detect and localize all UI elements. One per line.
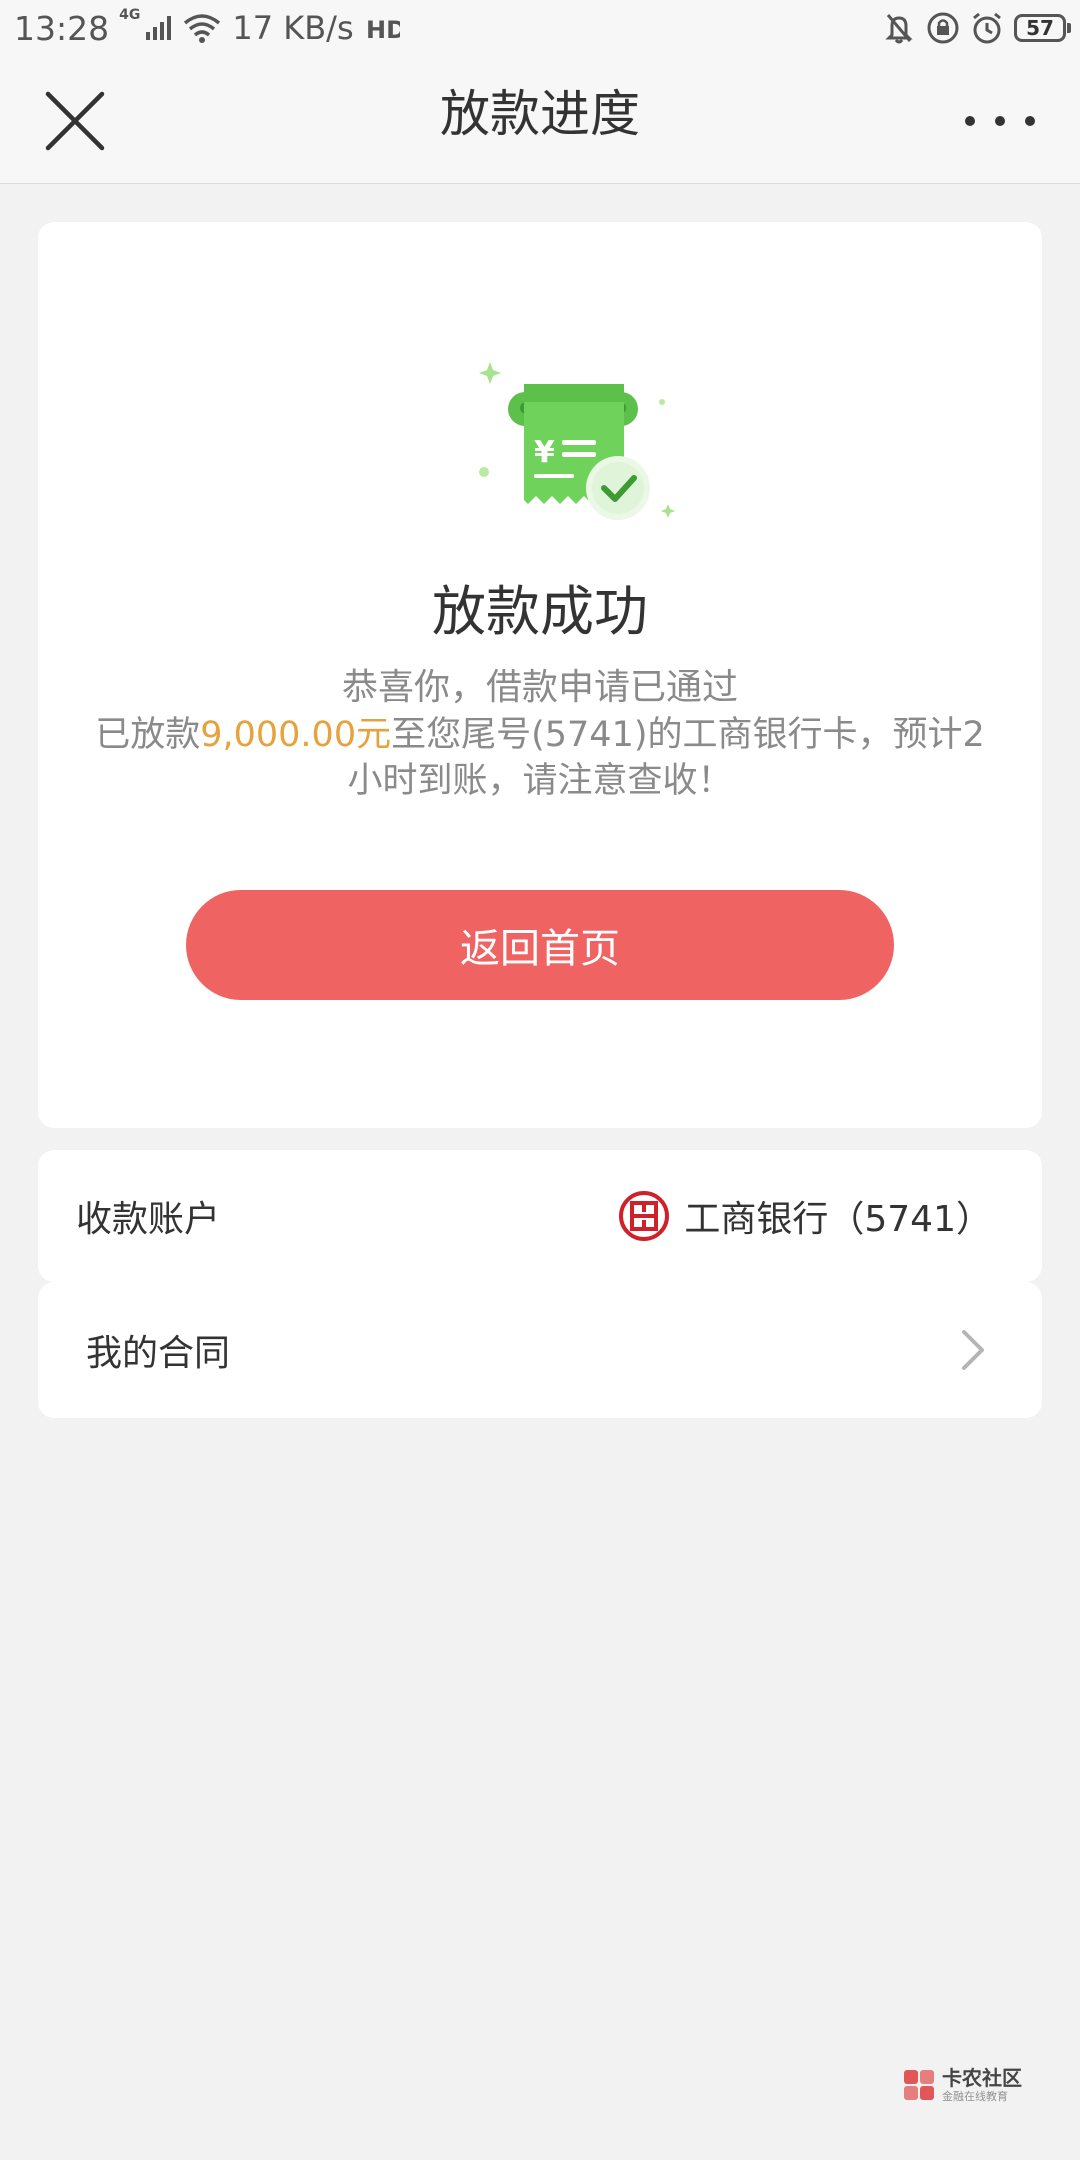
icbc-logo-icon (619, 1191, 670, 1241)
status-time: 13:28 (14, 8, 110, 48)
status-left: 13:28 4G 17 KB/s HD (14, 6, 400, 50)
detail-suffix: 至您尾号(5741)的工商银行卡，预计2小时到账，请注意查收！ (347, 715, 985, 801)
battery-indicator: 57 (1014, 14, 1071, 42)
receiving-bank-name: 工商银行（5741） (684, 1199, 992, 1240)
page-title: 放款进度 (440, 85, 640, 143)
more-horizontal-icon[interactable] (960, 96, 1040, 146)
battery-level: 57 (1026, 16, 1054, 40)
signal-icon (146, 16, 172, 40)
receiving-account-label: 收款账户 (76, 1199, 221, 1240)
status-bar: 13:28 4G 17 KB/s HD 57 (0, 0, 1080, 56)
watermark-text: 卡农社区 金融在线教育 (942, 2068, 1022, 2102)
return-home-button[interactable]: 返回首页 (186, 890, 894, 1000)
success-title: 放款成功 (432, 580, 648, 643)
svg-text:HD: HD (366, 16, 400, 44)
receiving-account-row: 收款账户 工商银行（5741） (38, 1150, 1042, 1282)
my-contract-label: 我的合同 (86, 1333, 231, 1374)
loan-success-icon: ¥ (479, 362, 675, 520)
network-type-label: 4G (119, 7, 141, 23)
success-detail: 已放款9,000.00元至您尾号(5741)的工商银行卡，预计2小时到账，请注意… (78, 712, 1002, 804)
kanong-logo-icon (904, 2070, 934, 2100)
title-bar: 放款进度 (0, 56, 1080, 184)
svg-text:¥: ¥ (534, 435, 555, 470)
wifi-icon (184, 14, 221, 43)
chevron-right-icon (962, 1330, 984, 1370)
hd-icon: HD (366, 16, 400, 44)
success-subtitle: 恭喜你，借款申请已通过 (341, 667, 738, 708)
receiving-account-value: 工商银行（5741） (618, 1150, 992, 1282)
bell-off-icon (885, 14, 913, 44)
my-contract-row[interactable]: 我的合同 (38, 1282, 1042, 1418)
result-card: ¥ 放款成功 恭喜你，借款申请已通过 已放款9,000.00元至您尾号(5741… (38, 222, 1042, 1128)
detail-prefix: 已放款 (95, 715, 201, 755)
lock-rotation-icon (927, 12, 959, 44)
network-speed: 17 KB/s (232, 9, 354, 47)
loan-amount: 9,000.00元 (200, 715, 392, 755)
watermark: 卡农社区 金融在线教育 (902, 2068, 1022, 2102)
status-right: 57 (882, 6, 1071, 50)
watermark-main: 卡农社区 (942, 2066, 1022, 2090)
alarm-icon (973, 12, 1001, 44)
watermark-sub: 金融在线教育 (942, 2090, 1008, 2103)
